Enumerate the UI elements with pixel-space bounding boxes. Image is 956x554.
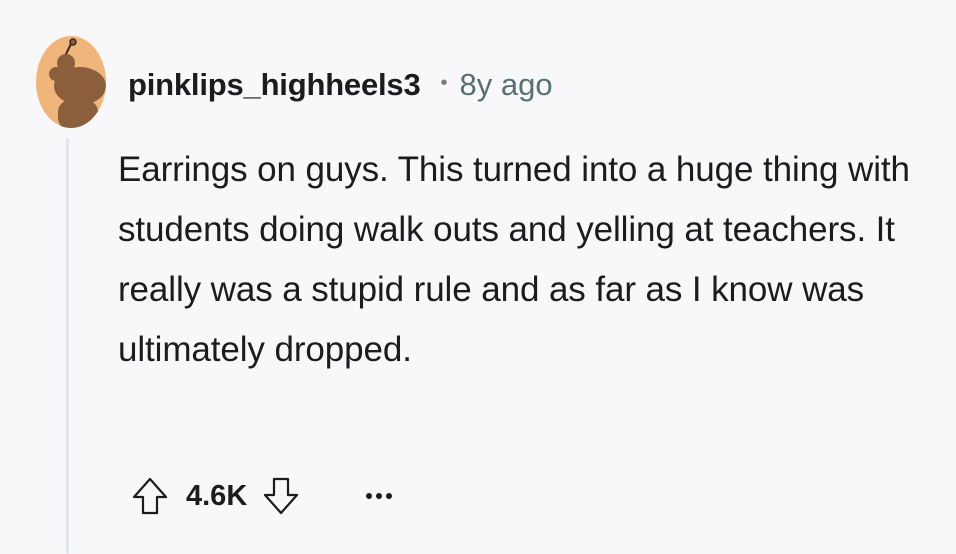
timestamp: 8y ago xyxy=(459,67,553,102)
comment-actions: 4.6K xyxy=(130,474,399,518)
reddit-snoo-avatar-icon xyxy=(49,38,106,128)
avatar[interactable] xyxy=(36,36,106,128)
thread-line[interactable] xyxy=(66,138,69,554)
more-options-button[interactable] xyxy=(359,474,399,518)
arrow-up-icon xyxy=(132,477,168,515)
more-horizontal-icon xyxy=(366,493,373,499)
downvote-button[interactable] xyxy=(261,474,301,518)
username-link[interactable]: pinklips_highheels3 xyxy=(128,67,421,103)
separator-dot: • xyxy=(440,71,448,94)
comment-body: Earrings on guys. This turned into a hug… xyxy=(118,150,910,369)
arrow-down-icon xyxy=(264,477,299,515)
comment-header: pinklips_highheels3 • 8y ago xyxy=(128,64,553,106)
upvote-button[interactable] xyxy=(130,474,170,518)
vote-score: 4.6K xyxy=(186,479,248,512)
